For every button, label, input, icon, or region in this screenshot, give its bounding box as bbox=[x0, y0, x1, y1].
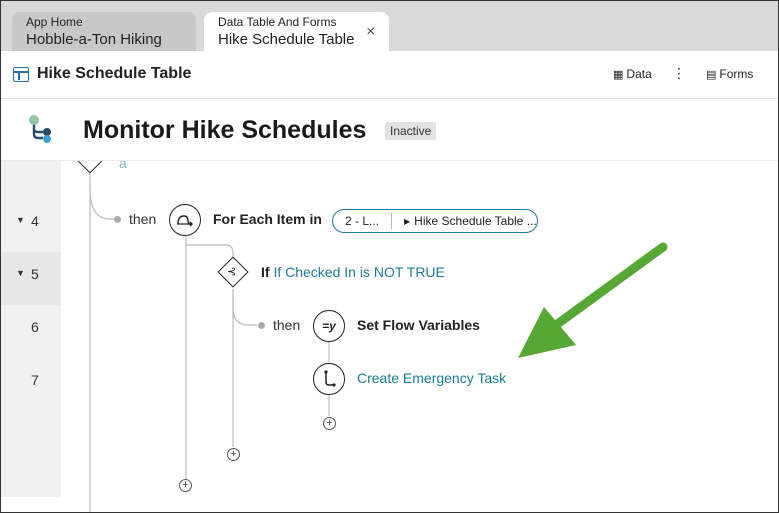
tab-app-home-subtitle: App Home bbox=[26, 15, 83, 29]
loop-icon[interactable] bbox=[169, 204, 201, 236]
flow-title: Monitor Hike Schedules bbox=[83, 116, 367, 144]
tab-data-table-title: Hike Schedule Table bbox=[218, 31, 355, 48]
callout-arrow-icon bbox=[518, 242, 668, 358]
branch-icon: ⊰ bbox=[227, 266, 237, 278]
set-flow-variables-label: Set Flow Variables bbox=[357, 317, 480, 333]
for-each-source-pill[interactable]: 2 - L... ▶ Hike Schedule Table ... bbox=[332, 209, 538, 233]
subflow-icon[interactable] bbox=[313, 363, 345, 395]
if-condition-link[interactable]: If Checked In is NOT TRUE bbox=[273, 264, 444, 280]
grid-icon: ▦ bbox=[613, 68, 624, 81]
if-keyword: If bbox=[261, 264, 270, 280]
add-step-button[interactable]: + bbox=[323, 417, 336, 430]
page-title: Hike Schedule Table bbox=[37, 65, 192, 82]
data-button-label: Data bbox=[626, 67, 652, 81]
loop-arrow-icon bbox=[177, 215, 193, 227]
app-window: App Home Hobble-a-Ton Hiking Data Table … bbox=[0, 0, 779, 513]
create-emergency-task-link[interactable]: Create Emergency Task bbox=[357, 370, 506, 386]
caret-right-icon: ▶ bbox=[404, 216, 411, 226]
for-each-keyword: For Each Item in bbox=[213, 211, 322, 227]
forms-more-icon[interactable]: ⋮ bbox=[773, 65, 778, 82]
then-label: then bbox=[129, 211, 157, 227]
pill-left-label: 2 - L... bbox=[345, 214, 380, 228]
tab-app-home[interactable]: App Home Hobble-a-Ton Hiking bbox=[12, 12, 196, 51]
tab-data-table-subtitle: Data Table And Forms bbox=[218, 15, 337, 29]
add-step-button[interactable]: + bbox=[179, 479, 192, 492]
tab-data-table[interactable]: Data Table And Forms Hike Schedule Table… bbox=[204, 12, 389, 51]
forms-button[interactable]: ▤ Forms bbox=[706, 67, 753, 81]
add-step-button[interactable]: + bbox=[227, 448, 240, 461]
connector-dot bbox=[114, 216, 121, 223]
close-icon[interactable]: × bbox=[366, 23, 375, 40]
flow-title-bar: Monitor Hike Schedules Inactive bbox=[1, 100, 778, 161]
forms-button-label: Forms bbox=[719, 67, 754, 81]
if-node[interactable]: If If Checked In is NOT TRUE bbox=[261, 264, 445, 280]
pill-separator bbox=[391, 213, 393, 229]
tab-strip: App Home Hobble-a-Ton Hiking Data Table … bbox=[1, 1, 778, 51]
data-more-icon[interactable]: ⋮ bbox=[672, 65, 686, 82]
flow-icon bbox=[29, 115, 51, 143]
tab-app-home-title: Hobble-a-Ton Hiking bbox=[26, 31, 162, 48]
table-icon bbox=[13, 67, 29, 82]
data-button[interactable]: ▦ Data bbox=[613, 67, 652, 81]
pill-right-label: Hike Schedule Table ... bbox=[414, 214, 537, 228]
flow-branch-icon bbox=[324, 370, 336, 387]
flow-editor-canvas: ▼ 4 ▼ 5 6 7 a then For Each Item in 2 - … bbox=[1, 142, 778, 512]
set-variable-icon[interactable]: =y bbox=[313, 310, 345, 342]
then-label: then bbox=[273, 317, 301, 333]
form-icon: ▤ bbox=[706, 68, 717, 81]
status-badge: Inactive bbox=[385, 122, 437, 140]
connector-dot bbox=[258, 322, 265, 329]
page-header: Hike Schedule Table ▦ Data ⋮ ▤ Forms ⋮ bbox=[1, 51, 778, 99]
